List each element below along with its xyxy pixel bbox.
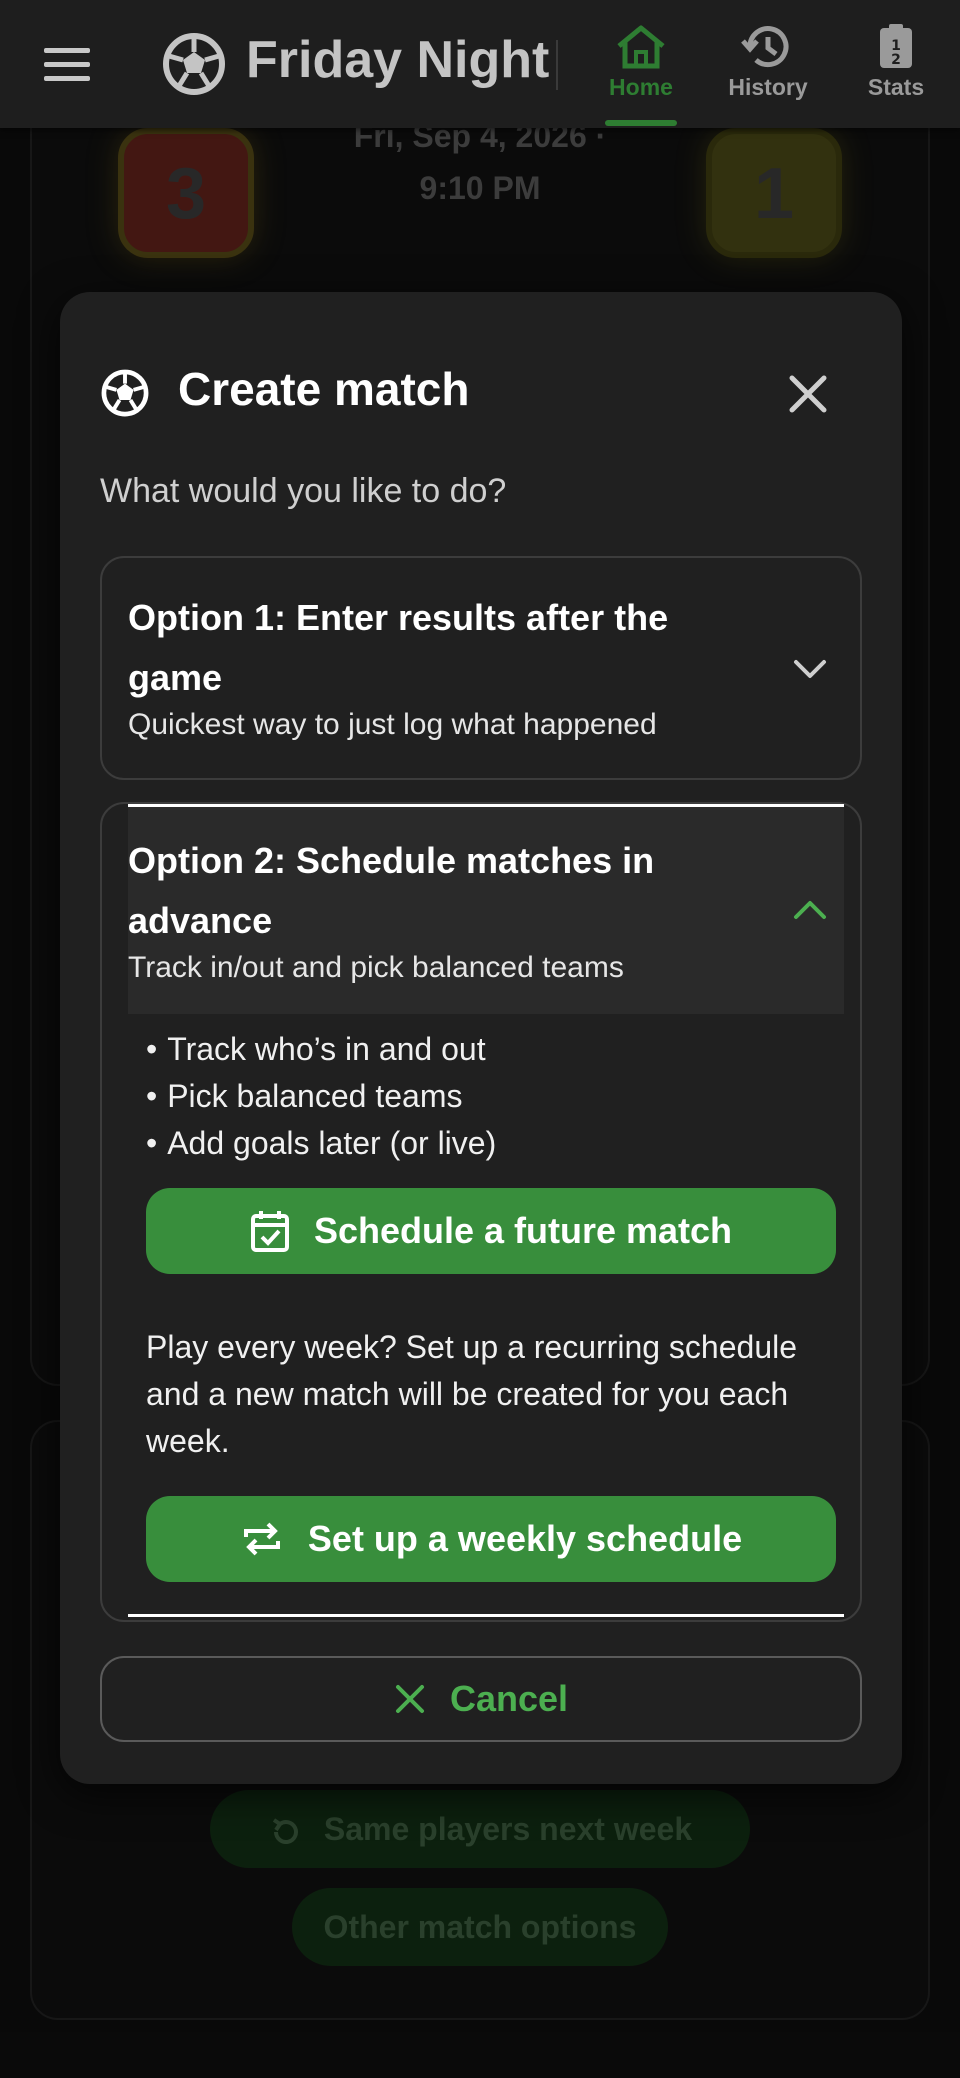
dialog-title: Create match <box>178 363 470 415</box>
list-item: Pick balanced teams <box>146 1073 496 1120</box>
chevron-up-icon[interactable] <box>790 895 830 925</box>
option-2-bullets: Track who’s in and out Pick balanced tea… <box>146 1026 496 1167</box>
close-icon <box>395 1685 424 1713</box>
option-2-header[interactable]: Option 2: Schedule matches in advance Tr… <box>128 804 844 1014</box>
tab-history-label: History <box>728 74 808 100</box>
option-1-card[interactable]: Option 1: Enter results after the game Q… <box>100 556 862 780</box>
weekly-description: Play every week? Set up a recurring sche… <box>146 1329 798 1459</box>
chevron-down-icon[interactable] <box>790 654 830 684</box>
stats-icon: 1 2 <box>880 24 912 68</box>
option-2-divider <box>128 1614 844 1617</box>
tab-stats-label: Stats <box>867 74 925 100</box>
dialog-question: What would you like to do? <box>100 472 507 510</box>
create-match-dialog: Create match What would you like to do? … <box>60 292 902 1784</box>
cancel-label: Cancel <box>449 1678 569 1719</box>
page: Friday Night Home History 1 2 Stats 3 1 … <box>0 0 960 2078</box>
option-2-title: Option 2: Schedule matches in advance <box>128 840 655 941</box>
list-item: Add goals later (or live) <box>146 1120 496 1167</box>
cancel-button[interactable]: Cancel <box>100 1656 862 1742</box>
option-2-subtitle: Track in/out and pick balanced teams <box>128 951 624 984</box>
option-2-card: Option 2: Schedule matches in advance Tr… <box>100 802 862 1622</box>
schedule-future-match-label: Schedule a future match <box>313 1210 733 1251</box>
tab-home[interactable]: Home <box>581 18 701 126</box>
history-icon <box>741 26 789 68</box>
top-app-bar: Friday Night Home History 1 2 Stats <box>0 0 960 128</box>
app-title: Friday Night <box>246 31 550 89</box>
option-1-subtitle: Quickest way to just log what happened <box>128 708 657 741</box>
close-icon[interactable] <box>782 368 834 420</box>
soccer-ball-icon <box>163 33 225 95</box>
calendar-check-icon <box>250 1211 289 1252</box>
schedule-future-match-button[interactable]: Schedule a future match <box>146 1188 836 1274</box>
option-1-title: Option 1: Enter results after the game <box>128 597 669 698</box>
weekly-schedule-button[interactable]: Set up a weekly schedule <box>146 1496 836 1582</box>
weekly-schedule-label: Set up a weekly schedule <box>307 1518 743 1559</box>
menu-icon[interactable] <box>44 48 90 82</box>
tab-stats[interactable]: 1 2 Stats <box>836 18 956 118</box>
title-divider <box>556 40 558 90</box>
svg-text:2: 2 <box>891 52 901 68</box>
tab-history[interactable]: History <box>708 18 828 118</box>
home-icon <box>617 25 665 69</box>
repeat-icon <box>243 1522 280 1556</box>
tab-home-label: Home <box>609 74 673 100</box>
list-item: Track who’s in and out <box>146 1026 496 1073</box>
soccer-ball-icon <box>101 369 149 417</box>
